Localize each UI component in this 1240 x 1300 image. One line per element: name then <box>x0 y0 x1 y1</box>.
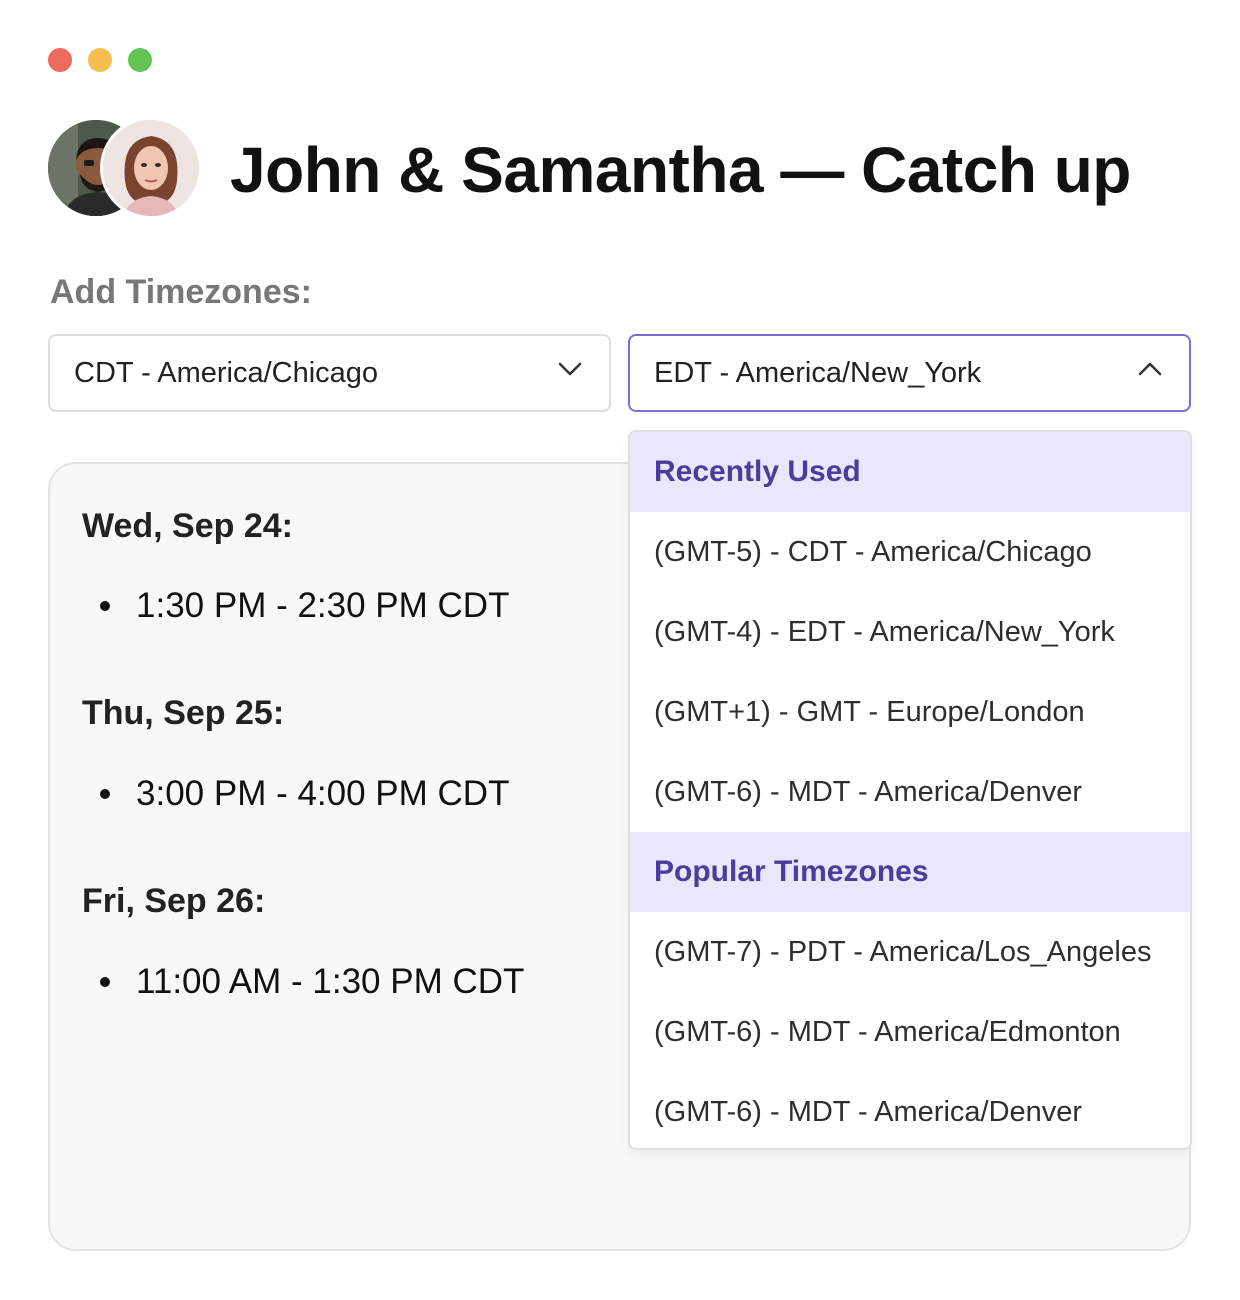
chevron-down-icon <box>555 354 585 392</box>
timezone-option[interactable]: (GMT+1) - GMT - Europe/London <box>630 672 1190 752</box>
time-slot-text: 11:00 AM - 1:30 PM CDT <box>136 962 525 1001</box>
bullet <box>100 977 110 987</box>
timezone-select-secondary-value: EDT - America/New_York <box>654 356 982 389</box>
bullet <box>100 789 110 799</box>
group-header-recently-used: Recently Used <box>630 432 1190 512</box>
timezone-option[interactable]: (GMT-6) - MDT - America/Denver <box>630 752 1190 832</box>
avatar-samantha <box>100 117 202 219</box>
maximize-window-button[interactable] <box>128 48 152 72</box>
time-slot[interactable]: 11:00 AM - 1:30 PM CDT <box>100 960 524 1004</box>
timezone-option[interactable]: (GMT-4) - EDT - America/New_York <box>630 592 1190 672</box>
participant-avatars <box>48 117 202 219</box>
time-slot-text: 3:00 PM - 4:00 PM CDT <box>136 774 510 813</box>
day-label: Fri, Sep 26: <box>82 882 266 920</box>
window-controls <box>48 48 152 72</box>
timezone-option[interactable]: (GMT-5) - CDT - America/Chicago <box>630 512 1190 592</box>
timezone-option[interactable]: (GMT-6) - MDT - America/Edmonton <box>630 992 1190 1072</box>
page-title: John & Samantha — Catch up <box>230 134 1131 206</box>
day-label: Thu, Sep 25: <box>82 694 285 732</box>
timezone-select-secondary[interactable]: EDT - America/New_York <box>628 334 1191 412</box>
time-slot[interactable]: 1:30 PM - 2:30 PM CDT <box>100 584 509 628</box>
timezone-option[interactable]: (GMT-7) - PDT - America/Los_Angeles <box>630 912 1190 992</box>
timezone-dropdown-menu: Recently Used (GMT-5) - CDT - America/Ch… <box>628 430 1192 1150</box>
time-slot[interactable]: 3:00 PM - 4:00 PM CDT <box>100 772 509 816</box>
group-header-popular-timezones: Popular Timezones <box>630 832 1190 912</box>
minimize-window-button[interactable] <box>88 48 112 72</box>
day-label: Wed, Sep 24: <box>82 507 293 545</box>
bullet <box>100 601 110 611</box>
timezone-select-primary-value: CDT - America/Chicago <box>74 356 379 389</box>
timezone-select-primary[interactable]: CDT - America/Chicago <box>48 334 611 412</box>
close-window-button[interactable] <box>48 48 72 72</box>
timezone-option[interactable]: (GMT-6) - MDT - America/Denver <box>630 1072 1190 1148</box>
time-slot-text: 1:30 PM - 2:30 PM CDT <box>136 586 510 625</box>
chevron-up-icon <box>1135 354 1165 392</box>
add-timezones-label: Add Timezones: <box>50 273 312 311</box>
